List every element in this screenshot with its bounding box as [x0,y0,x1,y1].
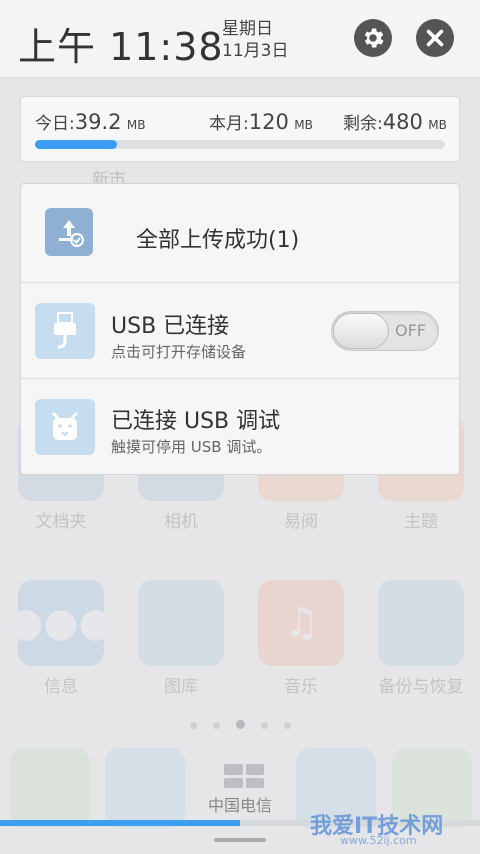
close-button[interactable] [416,19,454,57]
upload-icon [45,208,93,256]
android-debug-icon [35,399,95,455]
music-icon: ♫ [258,580,344,666]
bottom-progress-fill [0,820,240,826]
app-drawer-icon[interactable] [224,764,264,788]
notification-upload[interactable]: 全部上传成功(1) [21,184,459,282]
page-dot-active [235,720,245,729]
usage-today: 今日:39.2 MB [35,110,146,134]
watermark-url: www.52ij.com [340,834,417,847]
usb-icon [35,303,95,359]
notification-usb[interactable]: USB 已连接 点击可打开存储设备 OFF [21,282,459,378]
bg-app-music[interactable]: ♫ 音乐 [258,580,344,697]
usage-remaining-value: 480 [382,110,423,134]
page-dot [212,722,220,729]
usage-progress-bar [35,140,445,149]
gear-icon [364,28,384,48]
phone-icon[interactable] [10,748,90,828]
notification-title: USB 已连接 [111,314,230,339]
usb-storage-toggle[interactable]: OFF [331,311,439,351]
toggle-state-label: OFF [395,321,426,340]
bg-app-backup[interactable]: 备份与恢复 [378,580,464,697]
usage-progress-fill [35,140,117,149]
toggle-knob [333,313,389,349]
notification-title: 全部上传成功(1) [136,228,300,253]
sms-icon[interactable] [105,748,185,828]
notification-usb-debug[interactable]: 已连接 USB 调试 触摸可停用 USB 调试。 [21,378,459,474]
notification-subtitle: 点击可打开存储设备 [111,343,247,361]
date-label: 11月3日 [222,41,289,61]
settings-button[interactable] [354,19,392,57]
message-icon: ●●● [9,580,113,666]
gallery-icon [138,580,224,666]
notification-subtitle: 触摸可停用 USB 调试。 [111,438,272,456]
notification-header: 上午 11:38 星期日 11月3日 [0,0,480,78]
bg-app-messages[interactable]: ●●● 信息 [9,580,113,697]
page-indicator [0,714,480,733]
backup-icon [378,580,464,666]
notification-title: 已连接 USB 调试 [111,409,281,434]
page-dot [260,722,268,729]
usage-remaining: 剩余:480 MB [343,110,447,134]
weekday-label: 星期日 [222,19,273,39]
clock-time: 上午 11:38 [18,25,224,69]
close-icon [426,29,444,47]
data-usage-card[interactable]: 今日:39.2 MB 本月:120 MB 剩余:480 MB [20,96,460,162]
usage-month: 本月:120 MB [209,110,313,134]
drag-handle[interactable] [214,838,266,842]
page-dot [189,722,197,729]
date-block: 星期日 11月3日 [222,18,288,62]
bg-app-gallery[interactable]: 图库 [138,580,224,697]
usage-month-value: 120 [248,110,289,134]
notification-list: 全部上传成功(1) USB 已连接 点击可打开存储设备 OFF 已连接 USB … [20,183,460,475]
usage-today-value: 39.2 [74,110,122,134]
page-dot [283,722,291,729]
